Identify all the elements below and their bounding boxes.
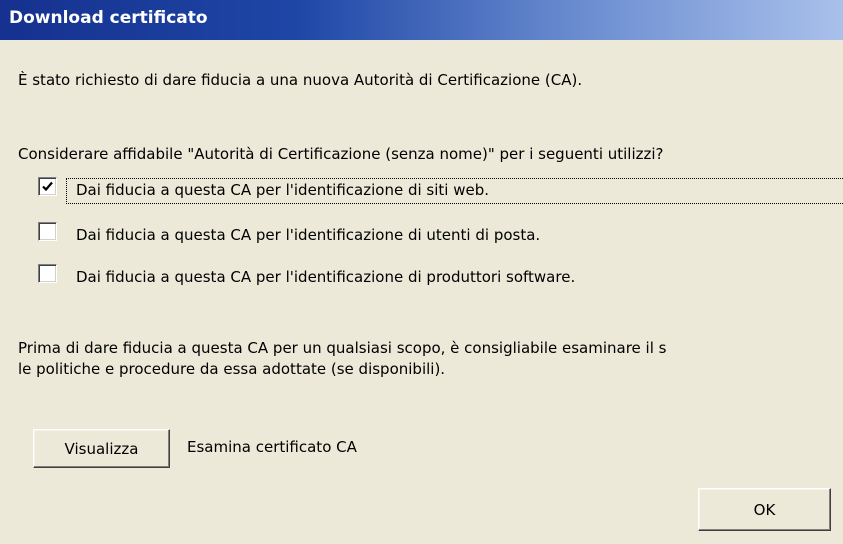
advice-text-line2: le politiche e procedure da essa adottat… [18,360,446,378]
advice-text-line1: Prima di dare fiducia a questa CA per un… [18,339,667,357]
title-bar[interactable]: Download certificato [0,0,843,40]
intro-text: È stato richiesto di dare fiducia a una … [18,71,583,89]
trust-software-producers-label[interactable]: Dai fiducia a questa CA per l'identifica… [76,268,575,286]
trust-email-users-checkbox[interactable] [38,222,57,241]
checkmark-icon [42,181,53,192]
dialog-title: Download certificato [9,8,208,28]
trust-websites-checkbox[interactable] [38,177,57,196]
trust-software-producers-checkbox[interactable] [38,264,57,283]
trust-websites-label[interactable]: Dai fiducia a questa CA per l'identifica… [76,181,489,199]
view-certificate-button[interactable]: Visualizza [33,429,170,468]
ok-button[interactable]: OK [698,488,831,531]
view-certificate-description: Esamina certificato CA [187,438,357,456]
question-text: Considerare affidabile "Autorità di Cert… [18,145,664,163]
trust-email-users-label[interactable]: Dai fiducia a questa CA per l'identifica… [76,226,540,244]
